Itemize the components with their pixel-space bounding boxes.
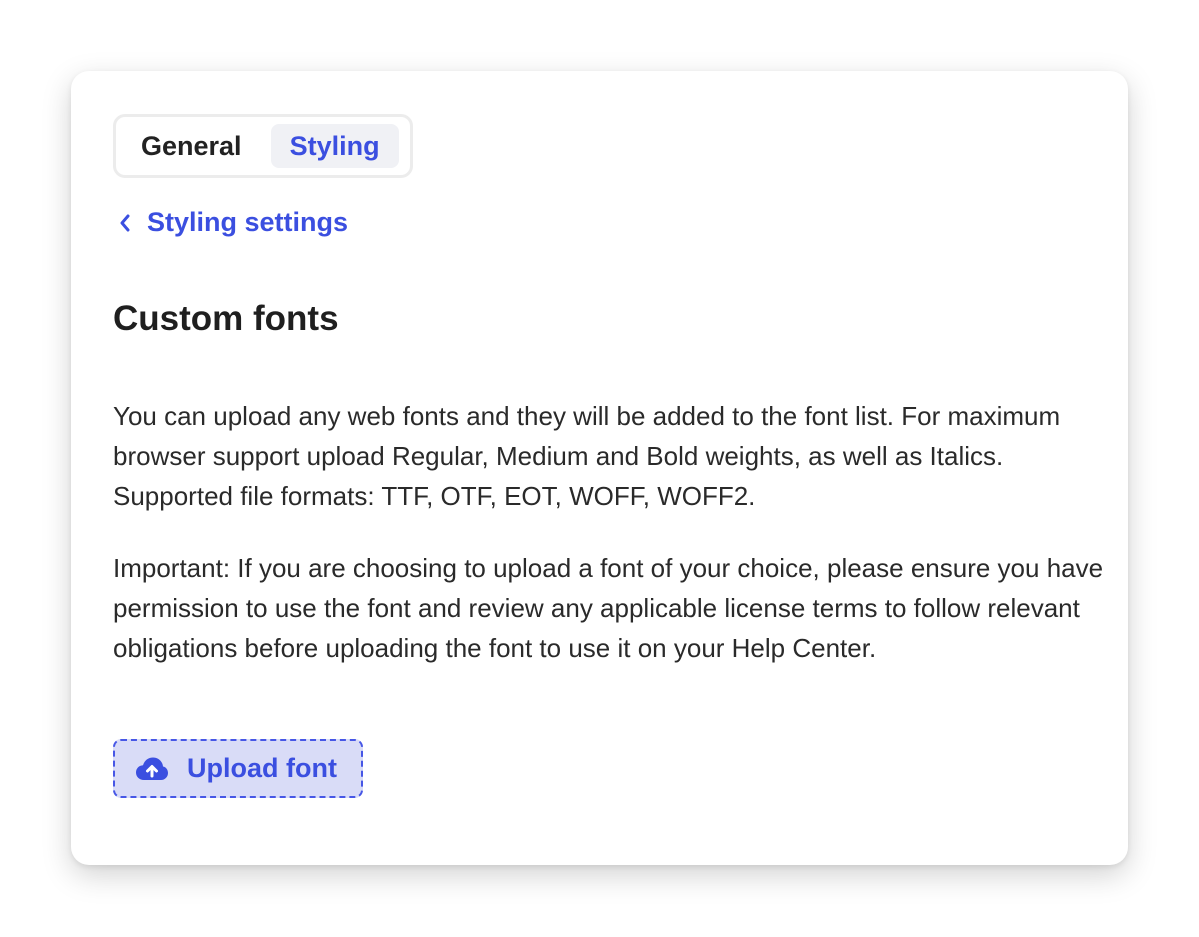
important-notice-text: Important: If you are choosing to upload… xyxy=(113,553,1104,663)
settings-card: General Styling Styling settings Custom … xyxy=(71,71,1128,865)
description-text: You can upload any web fonts and they wi… xyxy=(113,401,1061,511)
upload-font-button[interactable]: Upload font xyxy=(113,739,363,798)
tab-general[interactable]: General xyxy=(122,124,261,168)
upload-font-label: Upload font xyxy=(187,753,337,783)
back-link-styling-settings[interactable]: Styling settings xyxy=(119,207,348,238)
tab-switcher: General Styling xyxy=(113,114,413,178)
tab-styling[interactable]: Styling xyxy=(270,124,399,168)
chevron-left-icon xyxy=(119,214,131,232)
back-link-label: Styling settings xyxy=(147,207,349,237)
cloud-upload-icon xyxy=(135,756,169,782)
page-title: Custom fonts xyxy=(113,299,339,338)
